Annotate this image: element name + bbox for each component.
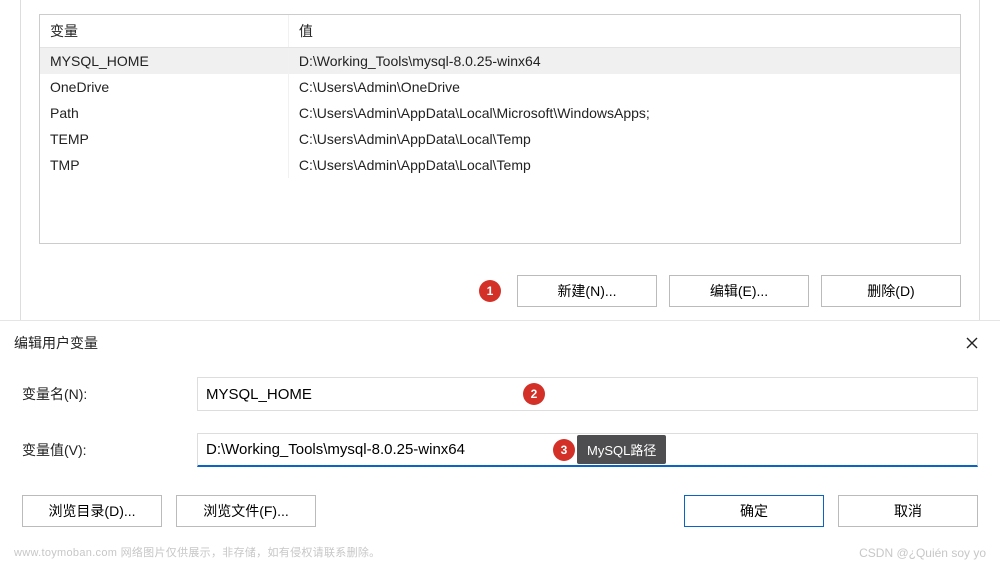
table-row[interactable]: TEMPC:\Users\Admin\AppData\Local\Temp xyxy=(40,126,960,152)
browse-directory-button[interactable]: 浏览目录(D)... xyxy=(22,495,162,527)
cell-variable: TMP xyxy=(40,152,288,178)
user-variables-table-wrap: 变量 值 MYSQL_HOMED:\Working_Tools\mysql-8.… xyxy=(39,14,961,244)
dialog-form: 变量名(N): 2 变量值(V): 3 MySQL路径 xyxy=(0,357,1000,467)
watermark-right: CSDN @¿Quién soy yo xyxy=(859,546,986,560)
table-row[interactable]: MYSQL_HOMED:\Working_Tools\mysql-8.0.25-… xyxy=(40,48,960,75)
variable-value-row: 变量值(V): 3 MySQL路径 xyxy=(22,433,978,467)
user-variables-button-row: 1 新建(N)... 编辑(E)... 删除(D) xyxy=(479,275,961,307)
edit-variable-button[interactable]: 编辑(E)... xyxy=(669,275,809,307)
cell-value: D:\Working_Tools\mysql-8.0.25-winx64 xyxy=(288,48,960,75)
cell-value: C:\Users\Admin\AppData\Local\Temp xyxy=(288,152,960,178)
user-variables-panel: 变量 值 MYSQL_HOMED:\Working_Tools\mysql-8.… xyxy=(20,0,980,322)
cancel-button[interactable]: 取消 xyxy=(838,495,978,527)
variable-name-row: 变量名(N): 2 xyxy=(22,377,978,411)
annotation-marker-3: 3 xyxy=(553,439,575,461)
dialog-titlebar: 编辑用户变量 xyxy=(0,321,1000,357)
column-header-variable[interactable]: 变量 xyxy=(40,15,288,48)
annotation-marker-1: 1 xyxy=(479,280,501,302)
cell-value: C:\Users\Admin\OneDrive xyxy=(288,74,960,100)
watermark-left: www.toymoban.com 网络图片仅供展示，非存储，如有侵权请联系删除。 xyxy=(14,544,380,560)
table-row[interactable]: PathC:\Users\Admin\AppData\Local\Microso… xyxy=(40,100,960,126)
variable-name-label: 变量名(N): xyxy=(22,384,197,404)
new-variable-button[interactable]: 新建(N)... xyxy=(517,275,657,307)
cell-value: C:\Users\Admin\AppData\Local\Temp xyxy=(288,126,960,152)
cell-value: C:\Users\Admin\AppData\Local\Microsoft\W… xyxy=(288,100,960,126)
annotation-marker-2: 2 xyxy=(523,383,545,405)
cell-variable: Path xyxy=(40,100,288,126)
user-variables-table[interactable]: 变量 值 MYSQL_HOMED:\Working_Tools\mysql-8.… xyxy=(40,15,960,178)
browse-file-button[interactable]: 浏览文件(F)... xyxy=(176,495,316,527)
cell-variable: OneDrive xyxy=(40,74,288,100)
variable-value-label: 变量值(V): xyxy=(22,440,197,460)
close-icon[interactable] xyxy=(956,329,988,357)
table-row[interactable]: OneDriveC:\Users\Admin\OneDrive xyxy=(40,74,960,100)
cell-variable: TEMP xyxy=(40,126,288,152)
column-header-value[interactable]: 值 xyxy=(288,15,960,48)
delete-variable-button[interactable]: 删除(D) xyxy=(821,275,961,307)
ok-button[interactable]: 确定 xyxy=(684,495,824,527)
cell-variable: MYSQL_HOME xyxy=(40,48,288,75)
variable-name-input[interactable] xyxy=(197,377,978,411)
dialog-title-text: 编辑用户变量 xyxy=(14,333,98,353)
dialog-button-row: 浏览目录(D)... 浏览文件(F)... 确定 取消 xyxy=(0,489,1000,527)
mysql-path-tooltip: MySQL路径 xyxy=(577,435,666,464)
edit-user-variable-dialog: 编辑用户变量 变量名(N): 2 变量值(V): 3 MySQL路径 浏览目录(… xyxy=(0,320,1000,536)
table-header-row: 变量 值 xyxy=(40,15,960,48)
table-row[interactable]: TMPC:\Users\Admin\AppData\Local\Temp xyxy=(40,152,960,178)
